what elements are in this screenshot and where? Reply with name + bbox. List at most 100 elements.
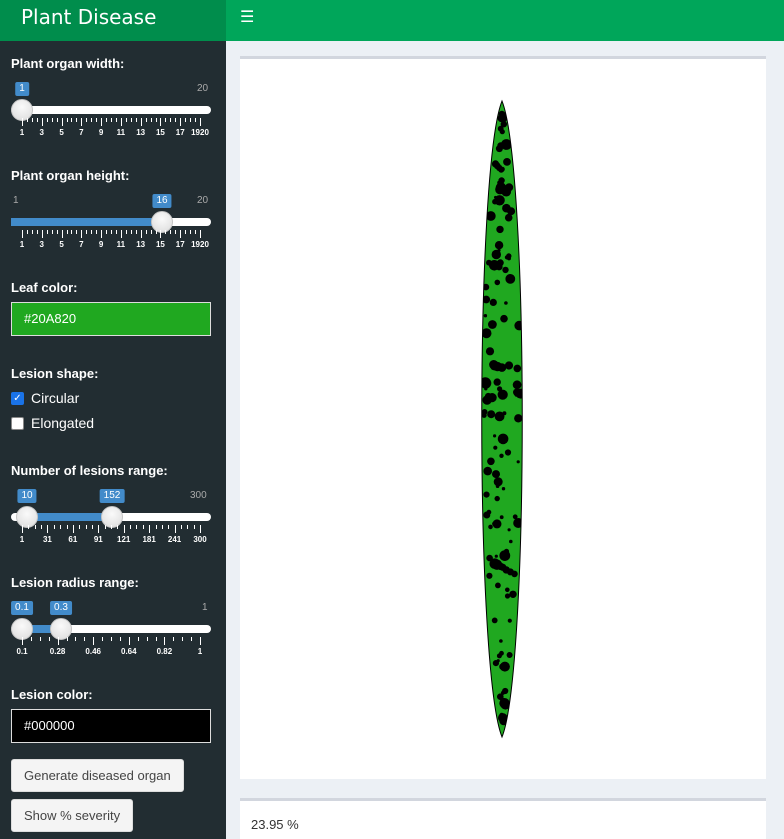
slider-minor-tick	[150, 230, 152, 234]
checkbox-checked-icon[interactable]: ✓	[11, 391, 24, 405]
slider-grid-label: 17	[175, 240, 185, 249]
slider-max-label: 20	[197, 195, 209, 206]
generate-button[interactable]: Generate diseased organ	[11, 759, 184, 792]
slider-grid: 1 31 61 91 121 181 241 300	[11, 525, 211, 544]
slider-grid: 1 3 5 7 9 11 13 15 17 1920	[11, 118, 211, 137]
show-severity-button[interactable]: Show % severity	[11, 799, 134, 832]
lesion-spot	[507, 618, 512, 623]
slider-minor-tick	[91, 230, 93, 234]
slider-minor-tick	[115, 118, 117, 122]
lesion-spot	[483, 466, 492, 476]
slider-minor-tick	[96, 230, 98, 234]
slider-minor-tick	[145, 230, 147, 234]
lesion-spot	[496, 413, 504, 421]
slider-minor-tick	[48, 637, 50, 641]
lesion-spot	[514, 320, 523, 331]
slider-minor-tick	[155, 637, 157, 641]
lesion-spot	[509, 590, 517, 598]
slider-grid-label: 1920	[191, 240, 209, 249]
slider-minor-tick	[155, 118, 157, 122]
slider-tick	[180, 118, 182, 126]
slider-minor-tick	[75, 637, 77, 641]
slider-max-label: 300	[190, 490, 207, 501]
lesion-spot	[501, 487, 506, 491]
lesion-spot	[499, 563, 507, 571]
leaf-color-input[interactable]: #20A820	[11, 302, 211, 336]
slider-minor-tick	[180, 525, 182, 529]
slider-track[interactable]	[11, 106, 211, 114]
slider-from-badge: 10	[17, 489, 37, 503]
slider-minor-tick	[60, 525, 62, 529]
lesion-spot	[504, 593, 511, 599]
slider-minor-tick	[150, 118, 152, 122]
slider-value-badge: 16	[152, 194, 172, 208]
plot-panel	[240, 56, 766, 779]
top-navbar: ☰	[226, 0, 784, 41]
lesion-spot	[499, 129, 505, 135]
slider-minor-tick	[165, 118, 167, 122]
slider-minor-tick	[84, 637, 86, 641]
lesion-spot	[492, 470, 500, 479]
slider-minor-tick	[46, 118, 48, 122]
slider-minor-tick	[104, 525, 106, 529]
slider-minor-tick	[106, 230, 108, 234]
lesion-spot	[495, 582, 501, 589]
lesion-count-slider[interactable]: 300 10 152 1 31 61 91 121 181 241 300	[11, 452, 211, 544]
slider-minor-tick	[170, 118, 172, 122]
slider-grid-label: 300	[193, 535, 207, 544]
slider-grid-label: 3	[39, 128, 44, 137]
elongated-checkbox[interactable]: Elongated	[11, 415, 94, 431]
slider-tick	[140, 230, 142, 238]
slider-min-label: 1	[13, 195, 19, 206]
slider-minor-tick	[155, 230, 157, 234]
slider-tick	[123, 525, 125, 533]
slider-tick	[149, 525, 151, 533]
lesion-spot	[514, 414, 523, 423]
lesion-spot	[505, 587, 510, 593]
lesion-spot	[499, 453, 504, 458]
slider-tick	[120, 230, 122, 238]
lesion-spot	[516, 460, 520, 464]
lesion-spot	[494, 495, 500, 502]
organ-width-slider[interactable]: 20 1 1 3 5 7 9 11 13 15 17 1920	[11, 45, 211, 137]
slider-tick	[57, 637, 59, 645]
lesion-spot	[497, 389, 508, 400]
slider-minor-tick	[111, 637, 112, 641]
circular-checkbox[interactable]: ✓ Circular	[11, 390, 79, 406]
lesion-radius-slider[interactable]: 1 0.1 0.3 0.1 0.28 0.46 0.64 0.82 1	[11, 564, 211, 656]
slider-minor-tick	[31, 230, 33, 234]
slider-minor-tick	[130, 525, 132, 529]
lesion-spot	[486, 509, 492, 515]
lesion-spot	[496, 653, 502, 659]
lesion-spot	[495, 184, 505, 195]
lesion-color-input[interactable]: #000000	[11, 709, 211, 743]
lesion-spot	[493, 250, 500, 257]
lesion-spot	[481, 409, 488, 415]
slider-minor-tick	[46, 230, 48, 234]
slider-tick	[200, 230, 201, 238]
slider-max-label: 20	[197, 83, 209, 94]
slider-minor-tick	[175, 118, 177, 122]
hamburger-icon[interactable]: ☰	[240, 7, 254, 27]
lesion-spot	[507, 528, 511, 532]
diseased-leaf-plot	[481, 99, 523, 739]
slider-minor-tick	[30, 637, 32, 641]
slider-tick	[164, 637, 166, 645]
slider-tick	[200, 637, 201, 645]
checkbox-unchecked-icon[interactable]	[11, 416, 24, 430]
slider-minor-tick	[182, 637, 184, 641]
lesion-color-label: Lesion color:	[11, 687, 93, 702]
slider-minor-tick	[53, 525, 55, 529]
slider-minor-tick	[51, 230, 53, 234]
organ-height-slider[interactable]: 1 20 16 1 3 5 7 9 11 13 15 17 1920	[11, 157, 211, 249]
lesion-spot	[499, 661, 510, 672]
lesion-spot	[499, 639, 503, 643]
lesion-spot	[494, 241, 504, 250]
lesion-spot	[485, 211, 496, 221]
lesion-spot	[487, 410, 496, 419]
slider-minor-tick	[36, 230, 38, 234]
slider-minor-tick	[185, 230, 187, 234]
slider-grid-label: 1	[197, 647, 203, 656]
severity-panel: 23.95 %	[240, 798, 766, 839]
lesion-spot	[486, 554, 493, 562]
